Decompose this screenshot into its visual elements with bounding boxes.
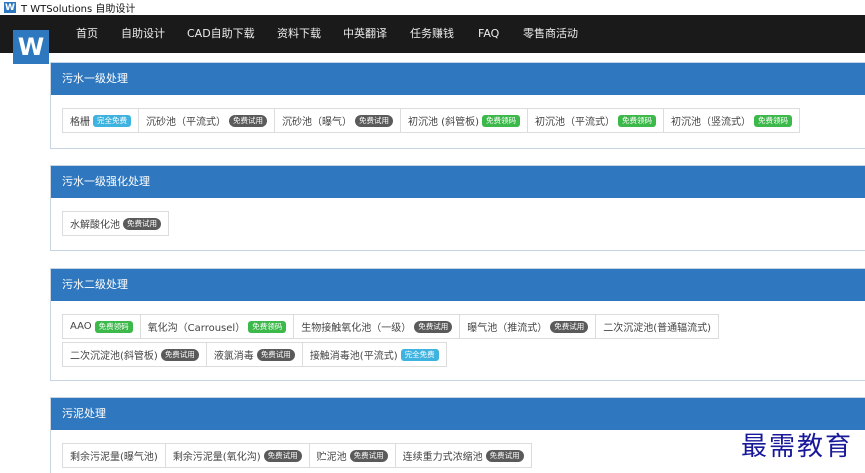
design-item-label: 接触消毒池(平流式) bbox=[309, 351, 398, 362]
tag-row: 格栅 完全免费 沉砂池（平流式） 免费试用 沉砂池（曝气） 免费试用 初沉池 (斜管板) 免费… bbox=[62, 108, 800, 133]
design-item[interactable]: 初沉池（平流式） 免费领码 bbox=[526, 108, 664, 133]
design-item[interactable]: 氧化沟（Carrousel） 免费领码 bbox=[139, 314, 295, 339]
free-code-badge: 免费领码 bbox=[248, 320, 287, 333]
design-item-label: 初沉池（平流式） bbox=[534, 117, 615, 128]
fully-free-badge: 完全免费 bbox=[400, 348, 439, 361]
design-item-label: 连续重力式浓缩池 bbox=[402, 452, 483, 463]
free-code-badge: 免费领码 bbox=[481, 114, 520, 127]
nav-resources[interactable]: 资料下载 bbox=[277, 15, 321, 53]
design-item-label: 剩余污泥量(曝气池) bbox=[70, 452, 158, 463]
design-item[interactable]: 水解酸化池 免费试用 bbox=[62, 211, 169, 236]
tag-row: 二次沉淀池(斜管板) 免费试用 液氯消毒 免费试用 接触消毒池(平流式) 完全免费 bbox=[62, 342, 447, 367]
design-item-label: 贮泥池 bbox=[316, 452, 347, 463]
site-logo[interactable]: W bbox=[13, 30, 49, 64]
nav-home[interactable]: 首页 bbox=[76, 15, 98, 53]
nav-retailer[interactable]: 零售商活动 bbox=[523, 15, 578, 53]
tag-row: 水解酸化池 免费试用 bbox=[62, 211, 169, 236]
nav-faq[interactable]: FAQ bbox=[478, 15, 499, 53]
design-item[interactable]: 沉砂池（曝气） 免费试用 bbox=[274, 108, 401, 133]
section-secondary-treatment: 污水二级处理 AAO 免费领码 氧化沟（Carrousel） 免费领码 生物接触氧化池（… bbox=[50, 268, 865, 381]
free-trial-badge: 免费试用 bbox=[229, 114, 267, 127]
free-trial-badge: 免费试用 bbox=[414, 320, 453, 333]
free-trial-badge: 免费试用 bbox=[256, 348, 295, 361]
free-trial-badge: 免费试用 bbox=[485, 449, 524, 462]
design-item[interactable]: 生物接触氧化池（一级） 免费试用 bbox=[293, 314, 461, 339]
window-titlebar: W T WTSolutions 自助设计 bbox=[0, 0, 865, 15]
design-item-label: 初沉池（竖流式） bbox=[670, 117, 751, 128]
watermark-logo: 最需教育 bbox=[741, 432, 854, 462]
design-item-label: 液氯消毒 bbox=[213, 351, 254, 362]
design-item[interactable]: 接触消毒池(平流式) 完全免费 bbox=[301, 342, 447, 367]
design-item-label: 沉砂池（曝气） bbox=[282, 117, 352, 128]
nav-self-design[interactable]: 自助设计 bbox=[121, 15, 165, 53]
design-item-label: 初沉池 (斜管板) bbox=[408, 117, 479, 128]
design-item-label: 沉砂池（平流式） bbox=[146, 117, 226, 128]
free-code-badge: 免费领码 bbox=[94, 320, 133, 333]
design-item-label: 二次沉淀池(普通辐流式) bbox=[603, 323, 712, 334]
design-item[interactable]: 初沉池（竖流式） 免费领码 bbox=[662, 108, 800, 133]
design-item[interactable]: 剩余污泥量(曝气池) bbox=[62, 443, 166, 468]
section-title: 污水二级处理 bbox=[51, 269, 865, 301]
section-title: 污水一级处理 bbox=[51, 63, 865, 95]
nav-tasks[interactable]: 任务赚钱 bbox=[410, 15, 454, 53]
design-item[interactable]: 液氯消毒 免费试用 bbox=[205, 342, 303, 367]
design-item[interactable]: 剩余污泥量(氧化沟) 免费试用 bbox=[164, 443, 310, 468]
free-trial-badge: 免费试用 bbox=[160, 348, 199, 361]
fully-free-badge: 完全免费 bbox=[93, 114, 131, 127]
design-item[interactable]: 沉砂池（平流式） 免费试用 bbox=[138, 108, 275, 133]
design-item[interactable]: 曝气池（推流式） 免费试用 bbox=[459, 314, 597, 339]
tag-row: AAO 免费领码 氧化沟（Carrousel） 免费领码 生物接触氧化池（一级） 免费试用… bbox=[62, 314, 720, 339]
design-item-label: 剩余污泥量(氧化沟) bbox=[172, 452, 261, 463]
design-item[interactable]: AAO 免费领码 bbox=[62, 314, 141, 339]
free-trial-badge: 免费试用 bbox=[263, 449, 302, 462]
free-code-badge: 免费领码 bbox=[617, 114, 656, 127]
free-trial-badge: 免费试用 bbox=[349, 449, 388, 462]
design-item[interactable]: 连续重力式浓缩池 免费试用 bbox=[394, 443, 532, 468]
design-item-label: AAO bbox=[70, 321, 92, 332]
app-icon: W bbox=[4, 2, 16, 13]
free-trial-badge: 免费试用 bbox=[123, 217, 161, 230]
nav-cad-download[interactable]: CAD自助下载 bbox=[187, 15, 255, 53]
tag-row: 剩余污泥量(曝气池) 剩余污泥量(氧化沟) 免费试用 贮泥池 免费试用 连续重力式浓缩池免… bbox=[62, 443, 532, 468]
design-item-label: 曝气池（推流式） bbox=[467, 323, 548, 334]
free-code-badge: 免费领码 bbox=[753, 114, 792, 127]
design-item-label: 格栅 bbox=[70, 117, 90, 128]
nav-translation[interactable]: 中英翻译 bbox=[343, 15, 387, 53]
section-primary-treatment: 污水一级处理 格栅 完全免费 沉砂池（平流式） 免费试用 沉砂池（曝气） 免费试用 初沉池 … bbox=[50, 62, 865, 149]
section-title: 污水一级强化处理 bbox=[51, 166, 865, 198]
design-item[interactable]: 二次沉淀池(斜管板) 免费试用 bbox=[62, 342, 207, 367]
free-trial-badge: 免费试用 bbox=[550, 320, 589, 333]
design-item[interactable]: 贮泥池 免费试用 bbox=[308, 443, 396, 468]
design-item-label: 氧化沟（Carrousel） bbox=[147, 323, 246, 334]
design-item[interactable]: 初沉池 (斜管板) 免费领码 bbox=[400, 108, 528, 133]
free-trial-badge: 免费试用 bbox=[355, 114, 393, 127]
design-item-label: 水解酸化池 bbox=[70, 220, 120, 231]
section-enhanced-primary-treatment: 污水一级强化处理 水解酸化池 免费试用 bbox=[50, 165, 865, 251]
design-item[interactable]: 二次沉淀池(普通辐流式) bbox=[595, 314, 720, 339]
design-item-label: 二次沉淀池(斜管板) bbox=[70, 351, 158, 362]
window-title: T WTSolutions 自助设计 bbox=[21, 4, 136, 15]
design-item-label: 生物接触氧化池（一级） bbox=[301, 323, 412, 334]
design-item[interactable]: 格栅 完全免费 bbox=[62, 108, 139, 133]
